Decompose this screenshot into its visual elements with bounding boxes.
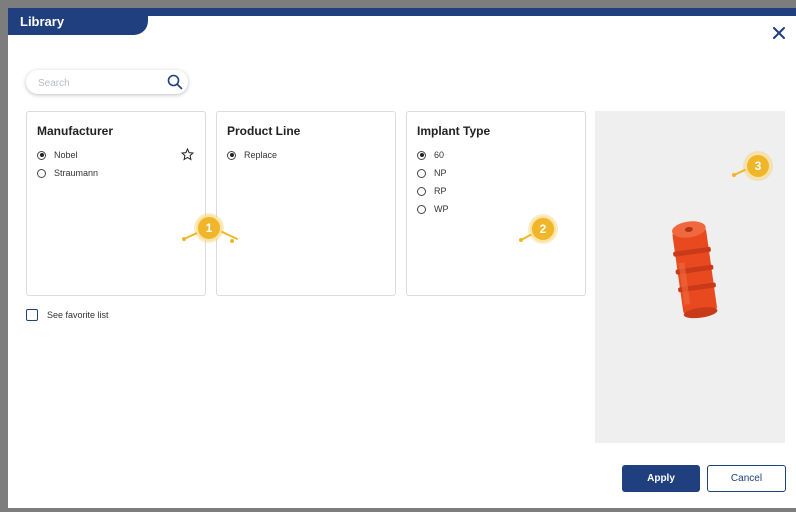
manufacturer-option-straumann[interactable]: Straumann	[37, 166, 98, 180]
implant-type-title: Implant Type	[417, 124, 491, 138]
marker-1: 1	[196, 215, 222, 241]
marker-3: 3	[745, 153, 771, 179]
dialog-title: Library	[20, 14, 65, 29]
implant-type-option-rp[interactable]: RP	[417, 184, 447, 198]
option-label: 60	[434, 150, 445, 160]
option-label: RP	[434, 186, 447, 196]
favorite-list-toggle[interactable]: See favorite list	[26, 309, 109, 321]
star-icon[interactable]	[181, 148, 194, 161]
radio-unselected[interactable]	[417, 204, 426, 214]
title-tab: Library	[8, 8, 148, 35]
radio-unselected[interactable]	[417, 168, 426, 178]
radio-selected[interactable]	[37, 150, 46, 160]
search-box	[26, 70, 188, 94]
radio-unselected[interactable]	[417, 186, 426, 196]
favorite-label: See favorite list	[47, 310, 109, 320]
implant-type-option-60[interactable]: 60	[417, 148, 444, 162]
search-input[interactable]	[36, 74, 158, 92]
manufacturer-title: Manufacturer	[37, 124, 114, 138]
option-label: Nobel	[54, 150, 78, 160]
cancel-button[interactable]: Cancel	[707, 465, 786, 492]
option-label: Replace	[244, 150, 278, 160]
radio-unselected[interactable]	[37, 168, 46, 178]
option-label: NP	[434, 168, 447, 178]
marker-2: 2	[530, 216, 556, 242]
apply-button[interactable]: Apply	[622, 465, 700, 492]
product-line-option-replace[interactable]: Replace	[227, 148, 277, 162]
product-line-title: Product Line	[227, 124, 301, 138]
close-icon[interactable]	[768, 22, 790, 44]
implant-type-option-np[interactable]: NP	[417, 166, 447, 180]
implant-type-option-wp[interactable]: WP	[417, 202, 449, 216]
radio-selected[interactable]	[417, 150, 426, 160]
favorite-checkbox[interactable]	[26, 309, 38, 321]
product-line-panel: Product Line Replace	[216, 111, 396, 296]
option-label: WP	[434, 204, 449, 214]
library-dialog: Library Manufacturer Nobel Straumann Pro…	[8, 8, 796, 508]
manufacturer-panel: Manufacturer Nobel Straumann	[26, 111, 206, 296]
manufacturer-option-nobel[interactable]: Nobel	[37, 148, 78, 162]
search-icon[interactable]	[166, 73, 184, 91]
radio-selected[interactable]	[227, 150, 236, 160]
implant-type-panel: Implant Type 60 NP RP WP	[406, 111, 586, 296]
option-label: Straumann	[54, 168, 99, 178]
